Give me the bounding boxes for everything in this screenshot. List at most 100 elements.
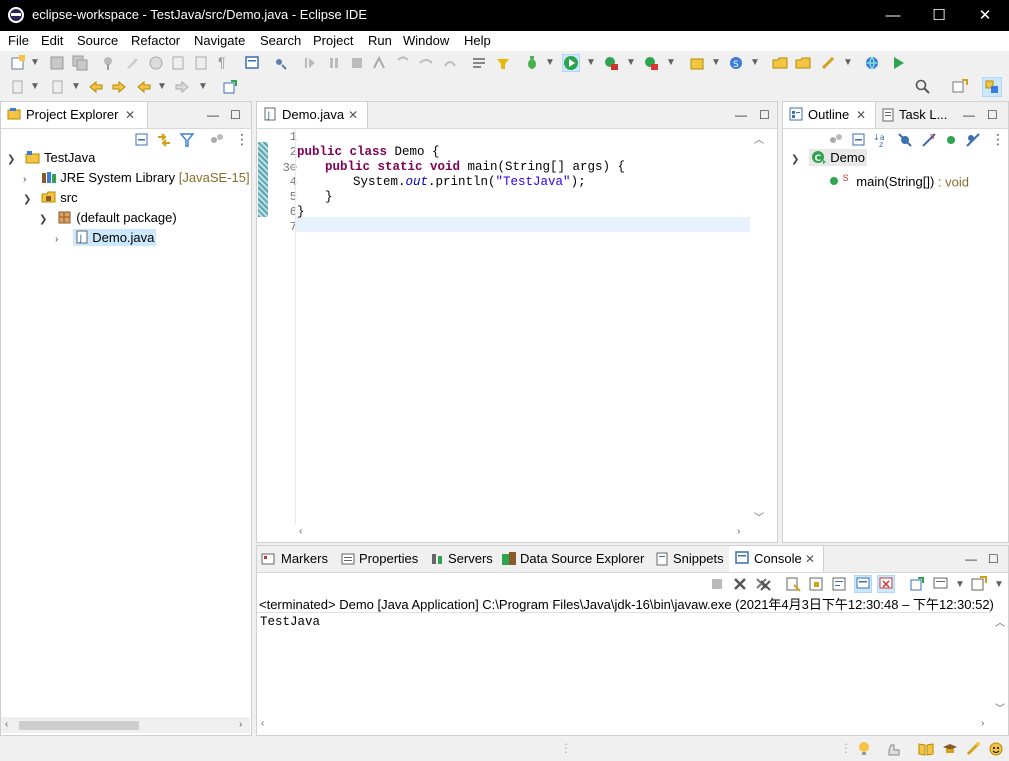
close-project-explorer-icon[interactable]: ✕ (125, 102, 135, 128)
scroll-up-icon[interactable]: ︿ (995, 614, 1005, 629)
outline-class-demo[interactable]: ❯ C Demo (791, 148, 867, 168)
tab-project-explorer[interactable]: Project Explorer ✕ (1, 102, 148, 128)
prev-annotation-dropdown-icon[interactable]: ▼ (71, 81, 81, 92)
save-all-icon[interactable] (72, 55, 88, 71)
outline-method-main[interactable]: S main(String[]) : void (829, 168, 969, 189)
tree-item-default-package[interactable]: ❯ (default package) (39, 208, 177, 228)
scroll-up-icon[interactable]: ︿ (754, 131, 764, 146)
run-dropdown-icon[interactable]: ▼ (586, 57, 596, 68)
display-console-icon[interactable] (933, 576, 949, 592)
maximize-editor-icon[interactable]: ☐ (759, 108, 770, 122)
debug-skip-icon[interactable] (272, 55, 288, 71)
scroll-left-icon[interactable]: ‹ (299, 526, 302, 537)
menu-refactor[interactable]: Refactor (131, 33, 180, 48)
minimize-outline-icon[interactable]: — (963, 108, 975, 122)
minimize-button[interactable]: — (870, 0, 916, 31)
collapse-chevron-icon[interactable]: › (55, 230, 69, 250)
scroll-down-icon[interactable]: ﹀ (995, 700, 1005, 715)
step-return-icon[interactable] (442, 55, 458, 71)
open-perspective-icon[interactable] (952, 79, 968, 95)
annotation-dropdown-icon[interactable]: ▼ (30, 81, 40, 92)
focus-active-task-icon[interactable] (828, 132, 844, 148)
back-icon[interactable] (136, 79, 152, 95)
hide-fields-icon[interactable] (897, 132, 913, 148)
open-console-dropdown-icon[interactable]: ▼ (994, 579, 1004, 590)
menu-edit[interactable]: Edit (41, 33, 63, 48)
minimize-view-icon[interactable]: — (207, 108, 219, 122)
pin-editor-icon[interactable] (222, 79, 238, 95)
minimize-console-icon[interactable]: — (965, 552, 977, 566)
clear-console-icon[interactable] (785, 576, 801, 592)
pin-icon[interactable] (100, 55, 116, 71)
scroll-left-icon[interactable]: ‹ (5, 719, 8, 730)
new-icon[interactable] (10, 55, 26, 71)
hide-non-public-icon[interactable] (943, 132, 959, 148)
new-class-icon[interactable]: S (728, 55, 744, 71)
magic-wand-icon[interactable] (965, 741, 981, 757)
word-wrap-icon[interactable] (831, 576, 847, 592)
save-icon[interactable] (49, 55, 65, 71)
collapse-all-outline-icon[interactable] (851, 132, 867, 148)
doc-icon[interactable] (193, 55, 209, 71)
editor-v-scrollbar[interactable]: ︿ ﹀ (751, 129, 767, 524)
code-editor[interactable]: public class Demo { public static void m… (295, 129, 750, 524)
pin-console-icon[interactable] (909, 576, 925, 592)
link-with-editor-icon[interactable] (156, 132, 172, 148)
open-console-icon[interactable] (971, 576, 987, 592)
forward-edit-icon[interactable] (111, 79, 127, 95)
tip-of-day-icon[interactable] (856, 741, 872, 757)
sort-icon[interactable]: ↓az (873, 132, 889, 148)
external-tools-icon[interactable] (643, 55, 659, 71)
editor-h-scrollbar[interactable]: ‹ › (295, 524, 749, 540)
new-dropdown-icon[interactable]: ▼ (30, 57, 40, 68)
scroll-left-icon[interactable]: ‹ (261, 718, 264, 729)
remove-launch-icon[interactable] (732, 576, 748, 592)
java-perspective-icon[interactable] (982, 77, 1002, 97)
menu-file[interactable]: File (8, 33, 29, 48)
hand-icon[interactable] (886, 741, 902, 757)
graduation-cap-icon[interactable] (942, 741, 958, 757)
tab-outline[interactable]: Outline ✕ (783, 102, 876, 128)
paragraph-icon[interactable]: ¶ (218, 54, 234, 70)
display-console-dropdown-icon[interactable]: ▼ (955, 579, 965, 590)
step-over-icon[interactable] (418, 55, 434, 71)
scroll-right-icon[interactable]: › (737, 526, 740, 537)
expand-chevron-icon[interactable]: ❯ (39, 210, 53, 230)
search-tool-icon[interactable] (820, 55, 836, 71)
console-output-area[interactable]: TestJava (257, 612, 990, 717)
step-into-icon[interactable] (395, 55, 411, 71)
outline-view-menu-icon[interactable]: ⋮ (991, 131, 1007, 147)
coverage-icon[interactable] (603, 55, 619, 71)
menu-run[interactable]: Run (368, 33, 392, 48)
expand-chevron-icon[interactable]: ❯ (791, 150, 805, 170)
console-h-scrollbar[interactable]: ‹ › (257, 716, 1006, 732)
explorer-h-scrollbar[interactable]: ‹ › (1, 717, 250, 733)
toggle-icon[interactable] (148, 55, 164, 71)
pen-icon[interactable] (124, 55, 140, 71)
close-outline-icon[interactable]: ✕ (856, 102, 866, 128)
menu-navigate[interactable]: Navigate (194, 33, 245, 48)
back-dropdown-icon[interactable]: ▼ (157, 81, 167, 92)
forward-dropdown-icon[interactable]: ▼ (198, 81, 208, 92)
prev-annotation-icon[interactable] (50, 79, 66, 95)
scroll-lock-icon[interactable] (808, 576, 824, 592)
show-console-stdout-icon[interactable] (854, 575, 872, 593)
run-server-icon[interactable] (891, 55, 907, 71)
menu-window[interactable]: Window (403, 33, 449, 48)
remove-all-launches-icon[interactable] (755, 576, 771, 592)
debug-dropdown-icon[interactable]: ▼ (545, 57, 555, 68)
tree-item-testjava[interactable]: ❯ TestJava (7, 148, 95, 168)
close-button[interactable]: ✕ (962, 0, 1008, 31)
coverage-dropdown-icon[interactable]: ▼ (626, 57, 636, 68)
menu-help[interactable]: Help (464, 33, 491, 48)
minimize-editor-icon[interactable]: — (735, 108, 747, 122)
quick-access-search-icon[interactable] (915, 79, 931, 95)
maximize-view-icon[interactable]: ☐ (230, 108, 241, 122)
open-type-icon[interactable] (772, 55, 788, 71)
collapse-all-icon[interactable] (134, 132, 150, 148)
use-step-filters-icon[interactable] (495, 55, 511, 71)
run-icon[interactable] (562, 54, 580, 72)
hide-local-types-icon[interactable] (965, 132, 981, 148)
maximize-button[interactable]: ☐ (916, 0, 962, 31)
menu-project[interactable]: Project (313, 33, 353, 48)
